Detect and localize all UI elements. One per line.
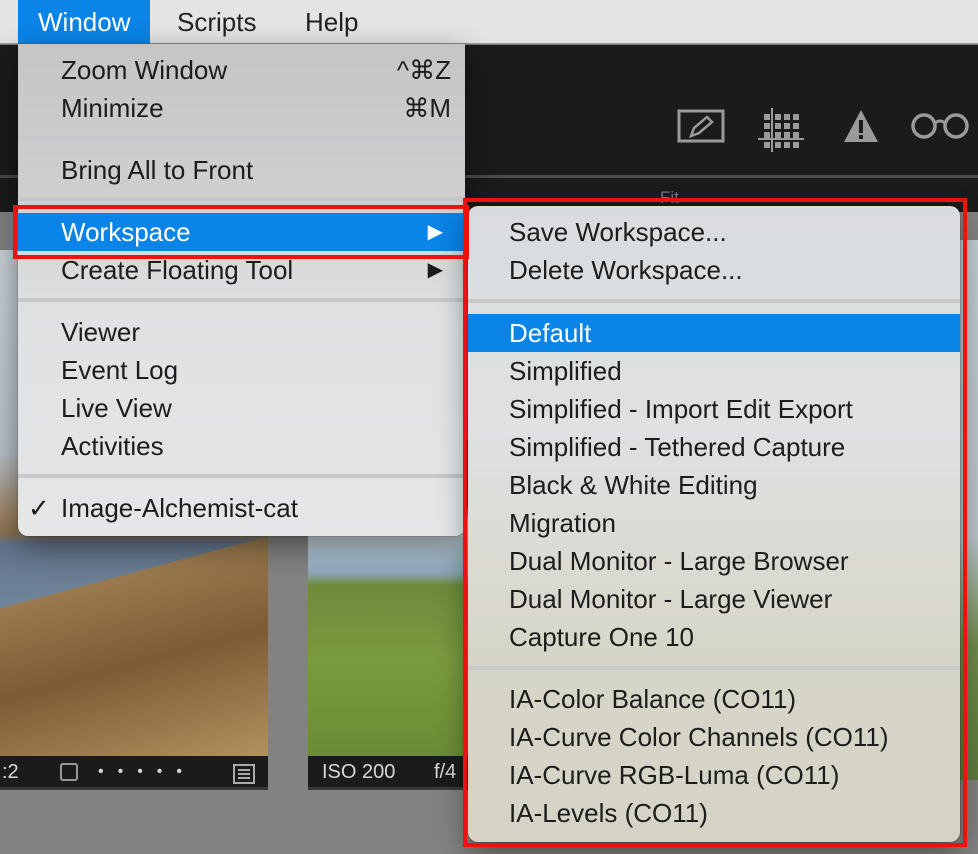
menu-item-image-alchemist-cat[interactable]: ✓ Image-Alchemist-cat [18,489,465,527]
shortcut-label: ^⌘Z [396,55,451,85]
menu-item-ia-color-balance[interactable]: IA-Color Balance (CO11) [468,680,960,718]
rating-dots[interactable]: ••••• [98,756,196,788]
checkmark-icon: ✓ [28,493,50,523]
menu-scripts[interactable]: Scripts [157,0,276,44]
thumbnail-caption: :2 ••••• [0,756,268,790]
menu-window[interactable]: Window [18,0,151,44]
menu-item-label: Zoom Window [61,55,228,85]
submenu-arrow-icon: ▶ [427,259,443,281]
caption-text: :2 [2,761,19,783]
menu-separator [18,136,465,140]
menu-item-event-log[interactable]: Event Log [18,351,465,389]
edit-icon[interactable] [677,108,725,149]
menu-item-workspace-migration[interactable]: Migration [468,504,960,542]
menu-separator [18,474,465,478]
menu-bar: Window Scripts Help [0,0,978,44]
menu-item-label: Bring All to Front [61,155,254,185]
menu-item-label: Create Floating Tool [61,255,294,285]
menu-item-label: Workspace [61,217,191,247]
menu-separator [18,298,465,302]
menu-item-ia-curve-color-channels[interactable]: IA-Curve Color Channels (CO11) [468,718,960,756]
menu-item-save-workspace[interactable]: Save Workspace... [468,213,960,251]
menu-item-workspace-simplified-import-edit-export[interactable]: Simplified - Import Edit Export [468,390,960,428]
menu-item-workspace[interactable]: Workspace ▶ [18,213,465,251]
menu-item-label: Viewer [61,317,141,347]
menu-separator [468,666,960,670]
thumbnail-partial [960,240,978,780]
menu-item-label: Live View [61,393,172,423]
menu-item-workspace-black-white-editing[interactable]: Black & White Editing [468,466,960,504]
menu-item-ia-levels[interactable]: IA-Levels (CO11) [468,794,960,832]
menu-item-label: Minimize [61,93,164,123]
menu-item-zoom-window[interactable]: Zoom Window ^⌘Z [18,51,465,89]
grid-icon[interactable] [758,108,804,157]
menu-item-activities[interactable]: Activities [18,427,465,465]
menu-item-delete-workspace[interactable]: Delete Workspace... [468,251,960,289]
menu-item-bring-all-to-front[interactable]: Bring All to Front [18,151,465,189]
warning-icon[interactable] [842,108,880,149]
menu-help[interactable]: Help [285,0,378,44]
menu-item-live-view[interactable]: Live View [18,389,465,427]
menu-item-workspace-default[interactable]: Default [468,314,960,352]
fit-label: Fit [660,188,679,207]
menu-item-create-floating-tool[interactable]: Create Floating Tool ▶ [18,251,465,289]
shortcut-label: ⌘M [403,93,451,123]
menu-item-label: Event Log [61,355,179,385]
menu-item-ia-curve-rgb-luma[interactable]: IA-Curve RGB-Luma (CO11) [468,756,960,794]
iso-value: ISO 200 [322,761,396,783]
window-menu: Zoom Window ^⌘Z Minimize ⌘M Bring All to… [18,44,465,536]
workspace-submenu: Save Workspace... Delete Workspace... De… [468,206,960,842]
menu-item-workspace-dual-monitor-large-browser[interactable]: Dual Monitor - Large Browser [468,542,960,580]
menu-item-workspace-simplified[interactable]: Simplified [468,352,960,390]
menu-item-workspace-capture-one-10[interactable]: Capture One 10 [468,618,960,656]
aperture-value: f/4 [434,761,457,783]
metadata-icon[interactable] [233,762,255,790]
submenu-arrow-icon: ▶ [427,221,443,243]
menu-item-workspace-simplified-tethered-capture[interactable]: Simplified - Tethered Capture [468,428,960,466]
menu-item-label: Image-Alchemist-cat [61,493,298,523]
thumbnail-caption: ISO 200 f/4 [308,756,478,790]
menu-item-viewer[interactable]: Viewer [18,313,465,351]
select-checkbox[interactable] [60,763,78,781]
menu-item-minimize[interactable]: Minimize ⌘M [18,89,465,127]
menu-item-workspace-dual-monitor-large-viewer[interactable]: Dual Monitor - Large Viewer [468,580,960,618]
menu-item-label: Activities [61,431,164,461]
menu-separator [468,299,960,303]
menu-separator [18,197,465,201]
glasses-icon[interactable] [910,108,970,149]
